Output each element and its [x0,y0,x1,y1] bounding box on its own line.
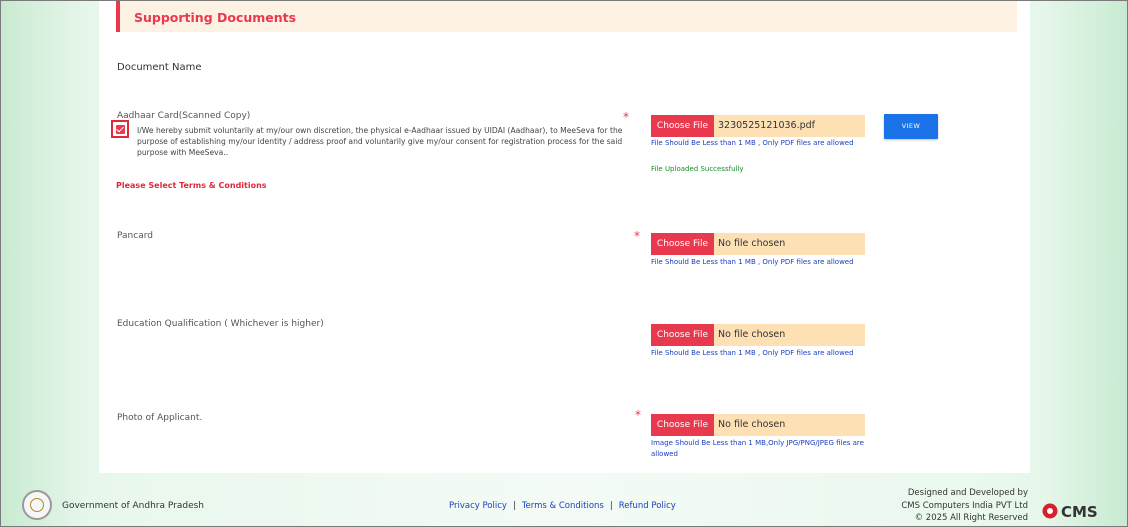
education-file-input[interactable]: Choose File No file chosen [651,324,865,346]
pancard-file-input[interactable]: Choose File No file chosen [651,233,865,255]
link-separator: | [512,501,516,511]
pancard-file-hint: File Should Be Less than 1 MB , Only PDF… [651,258,854,266]
government-name: Government of Andhra Pradesh [62,501,205,511]
view-button[interactable]: VIEW [884,114,938,139]
required-star: * [635,408,641,422]
aadhaar-file-input[interactable]: Choose File 3230525121036.pdf [651,115,865,137]
consent-text: I/We hereby submit voluntarily at my/our… [137,126,623,157]
privacy-policy-link[interactable]: Privacy Policy [449,501,507,511]
choose-file-button[interactable]: Choose File [651,324,714,346]
education-file-hint: File Should Be Less than 1 MB , Only PDF… [651,349,854,357]
section-header: Supporting Documents [116,0,1017,32]
consent-checkbox-highlight[interactable] [111,120,129,138]
education-label: Education Qualification ( Whichever is h… [117,319,324,329]
choose-file-button[interactable]: Choose File [651,414,714,436]
required-star: * [634,229,640,243]
pancard-file-name: No file chosen [718,238,786,249]
photo-file-name: No file chosen [718,419,786,430]
required-star: * [623,110,629,124]
upload-success-message: File Uploaded Successfully [651,165,744,173]
developer-credit: Designed and Developed by CMS Computers … [901,487,1028,525]
refund-policy-link[interactable]: Refund Policy [619,501,676,511]
choose-file-button[interactable]: Choose File [651,115,714,137]
choose-file-button[interactable]: Choose File [651,233,714,255]
pancard-label: Pancard [117,231,153,241]
footer-links: Privacy Policy | Terms & Conditions | Refund… [449,501,676,511]
aadhaar-label: Aadhaar Card(Scanned Copy) [117,111,251,121]
credit-company: CMS Computers India PVT Ltd [901,500,1028,511]
link-separator: | [609,501,613,511]
credit-line: Designed and Developed by [907,488,1028,498]
photo-file-input[interactable]: Choose File No file chosen [651,414,865,436]
cms-logo-icon: CMS [1042,503,1098,521]
copyright: © 2025 All Right Reserved [914,513,1028,523]
consent-checkbox[interactable] [116,125,125,134]
aadhaar-file-name: 3230525121036.pdf [718,120,815,131]
terms-error-message: Please Select Terms & Conditions [116,181,267,190]
photo-label: Photo of Applicant. [117,413,203,423]
ap-emblem-icon [22,490,52,520]
cms-logo-text: CMS [1061,503,1098,520]
section-title: Supporting Documents [134,10,297,25]
photo-file-hint: Image Should Be Less than 1 MB,Only JPG/… [651,439,864,458]
education-file-name: No file chosen [718,329,786,340]
cms-logo: CMS [1042,502,1114,521]
document-name-header: Document Name [117,62,202,73]
documents-card: Supporting Documents Document Name Aadha… [99,0,1030,473]
terms-link[interactable]: Terms & Conditions [522,501,604,511]
aadhaar-file-hint: File Should Be Less than 1 MB , Only PDF… [651,139,854,147]
